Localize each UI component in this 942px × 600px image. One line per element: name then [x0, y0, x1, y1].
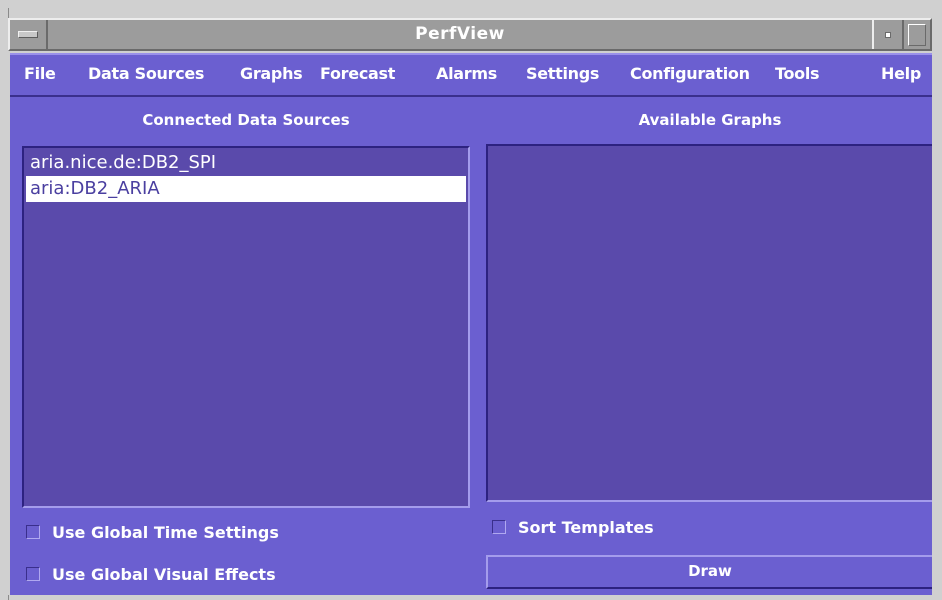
data-sources-list[interactable]: aria.nice.de:DB2_SPI aria:DB2_ARIA	[22, 146, 470, 508]
use-global-visual-effects-option[interactable]: Use Global Visual Effects	[26, 563, 276, 585]
menu-data-sources[interactable]: Data Sources	[88, 53, 204, 95]
connected-data-sources-title: Connected Data Sources	[142, 111, 350, 129]
checkbox-label: Use Global Time Settings	[52, 522, 279, 542]
menu-help[interactable]: Help	[881, 53, 921, 95]
maximize-icon	[908, 23, 926, 46]
title-bar[interactable]: PerfView	[8, 18, 932, 51]
list-item[interactable]: aria.nice.de:DB2_SPI	[26, 150, 466, 176]
use-global-time-settings-option[interactable]: Use Global Time Settings	[26, 521, 279, 543]
window-frame: PerfView File Data Sources Graphs Foreca…	[0, 0, 942, 600]
available-graphs-title: Available Graphs	[638, 111, 782, 129]
window-border-top	[8, 8, 935, 18]
draw-button[interactable]: Draw	[486, 555, 932, 589]
checkbox[interactable]	[26, 567, 40, 581]
menu-alarms[interactable]: Alarms	[436, 53, 497, 95]
menu-settings[interactable]: Settings	[526, 53, 599, 95]
menu-forecast[interactable]: Forecast	[320, 53, 395, 95]
window-menu-button[interactable]	[10, 20, 48, 49]
window-menu-icon	[18, 31, 38, 38]
window-title: PerfView	[415, 24, 505, 44]
checkbox-label: Use Global Visual Effects	[52, 564, 276, 584]
checkbox-label: Sort Templates	[518, 517, 654, 537]
minimize-button[interactable]	[872, 20, 902, 49]
checkbox[interactable]	[492, 520, 506, 534]
sort-templates-option[interactable]: Sort Templates	[492, 516, 654, 538]
menu-file[interactable]: File	[24, 53, 56, 95]
menu-tools[interactable]: Tools	[775, 53, 820, 95]
window-border-bottom	[8, 595, 935, 600]
minimize-icon	[885, 31, 891, 38]
maximize-button[interactable]	[902, 20, 930, 49]
list-item-selected[interactable]: aria:DB2_ARIA	[26, 176, 466, 202]
checkbox[interactable]	[26, 525, 40, 539]
graphs-list[interactable]	[486, 144, 932, 502]
menu-configuration[interactable]: Configuration	[630, 53, 750, 95]
menu-graphs[interactable]: Graphs	[240, 53, 303, 95]
menu-bar: File Data Sources Graphs Forecast Alarms…	[10, 53, 932, 97]
client-area: File Data Sources Graphs Forecast Alarms…	[10, 53, 932, 595]
